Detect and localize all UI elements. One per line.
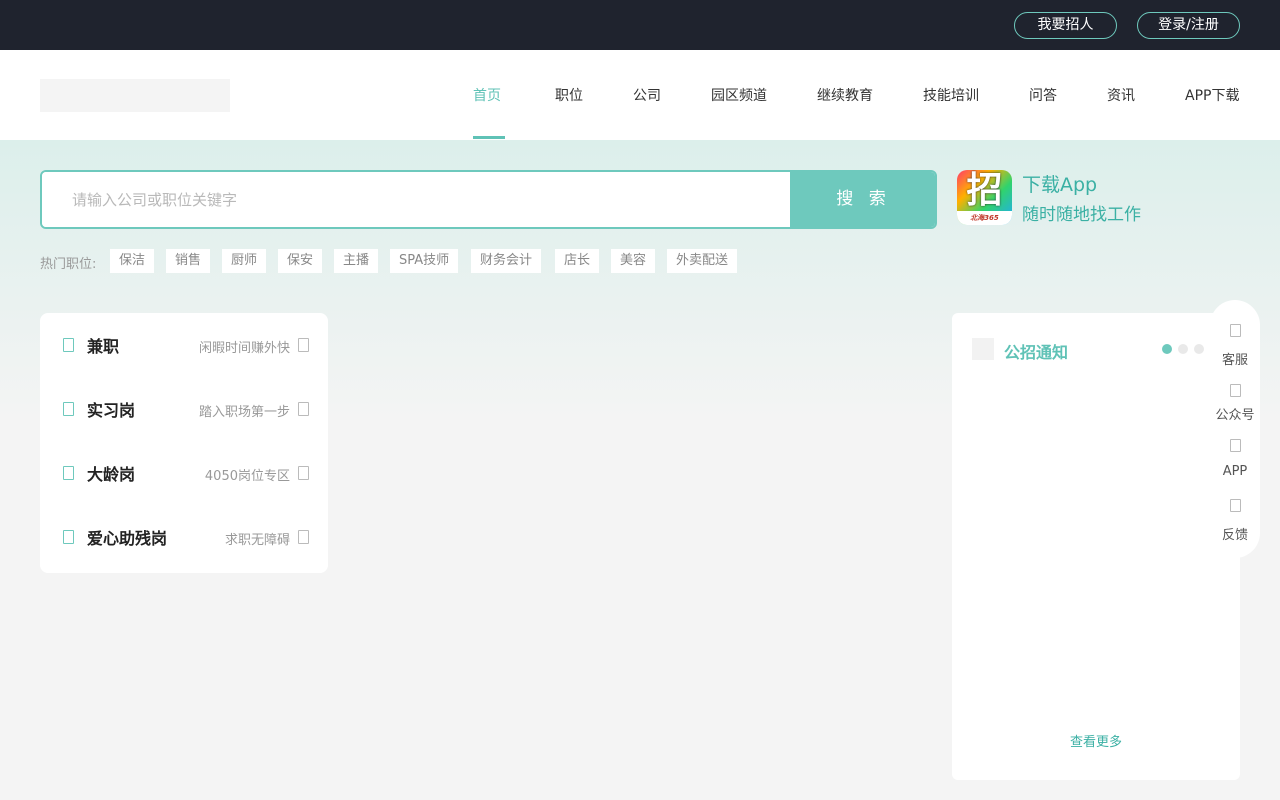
side-item-label: 公众号	[1215, 408, 1255, 423]
login-register-button[interactable]: 登录/注册	[1137, 12, 1240, 39]
category-desc: 踏入职场第一步	[198, 405, 290, 420]
category-item-senior[interactable]: 大龄岗 4050岗位专区	[40, 441, 328, 505]
carousel-dot[interactable]	[1194, 344, 1204, 354]
hot-job-tag[interactable]: 主播	[334, 249, 379, 273]
nav-item-continuing-education[interactable]: 继续教育	[817, 50, 873, 140]
category-title: 兼职	[87, 337, 120, 356]
app-download-promo[interactable]: 招 北海365 下载App 随时随地找工作	[957, 170, 1197, 226]
notice-icon	[972, 338, 994, 360]
hot-job-tag[interactable]: SPA技师	[390, 249, 459, 273]
search-box: 搜 索	[40, 170, 937, 229]
hot-job-tag[interactable]: 店长	[555, 249, 600, 273]
side-item-feedback[interactable]: 反馈	[1210, 499, 1260, 549]
search-button[interactable]: 搜 索	[790, 172, 935, 227]
app-promo-title[interactable]: 下载App	[1022, 170, 1097, 197]
nav-item-app-download[interactable]: APP下载	[1185, 50, 1239, 140]
customer-service-icon	[1230, 324, 1241, 337]
nav-item-park-channel[interactable]: 园区频道	[711, 50, 767, 140]
category-item-disability-support[interactable]: 爱心助残岗 求职无障碍	[40, 505, 328, 569]
hot-job-tag[interactable]: 保洁	[110, 249, 155, 273]
chevron-right-icon	[298, 466, 309, 480]
hot-jobs-label: 热门职位:	[40, 257, 97, 272]
chevron-right-icon	[298, 402, 309, 416]
nav-item-news[interactable]: 资讯	[1107, 50, 1135, 140]
category-title: 实习岗	[87, 401, 136, 420]
side-item-customer-service[interactable]: 客服	[1210, 324, 1260, 374]
nav-item-home[interactable]: 首页	[473, 50, 501, 140]
category-item-part-time[interactable]: 兼职 闲暇时间赚外快	[40, 313, 328, 377]
category-title: 大龄岗	[87, 465, 136, 484]
category-desc: 闲暇时间赚外快	[198, 341, 290, 356]
carousel-dot[interactable]	[1162, 344, 1172, 354]
nav-item-companies[interactable]: 公司	[633, 50, 661, 140]
hot-job-tag[interactable]: 厨师	[222, 249, 267, 273]
nav-item-skills-training[interactable]: 技能培训	[923, 50, 979, 140]
part-time-icon	[63, 338, 74, 352]
nav-item-qa[interactable]: 问答	[1029, 50, 1057, 140]
hot-job-tag[interactable]: 销售	[166, 249, 211, 273]
nav-item-jobs[interactable]: 职位	[555, 50, 583, 140]
side-item-label: APP	[1222, 464, 1248, 479]
hot-job-tag[interactable]: 美容	[611, 249, 656, 273]
top-bar: 我要招人 登录/注册	[0, 0, 1280, 50]
wechat-qr-icon	[1230, 384, 1241, 397]
category-title: 爱心助残岗	[87, 529, 168, 548]
hot-job-tag[interactable]: 保安	[278, 249, 323, 273]
job-category-card: 兼职 闲暇时间赚外快 实习岗 踏入职场第一步 大龄岗 4050岗位专区 爱心助残…	[40, 313, 328, 573]
app-promo-subtitle: 随时随地找工作	[1022, 205, 1141, 225]
notice-title: 公招通知	[1004, 343, 1069, 362]
site-logo[interactable]	[40, 79, 230, 112]
app-logo-caption: 北海365	[957, 211, 1012, 225]
internship-icon	[63, 402, 74, 416]
senior-icon	[63, 466, 74, 480]
public-recruitment-notice-card: 公招通知 查看更多	[952, 313, 1240, 780]
category-desc: 求职无障碍	[224, 533, 290, 548]
recruit-button[interactable]: 我要招人	[1014, 12, 1117, 39]
carousel-dot[interactable]	[1178, 344, 1188, 354]
hot-job-tag[interactable]: 外卖配送	[667, 249, 738, 273]
chevron-right-icon	[298, 530, 309, 544]
side-toolbar: 客服 公众号 APP 反馈	[1210, 300, 1260, 558]
app-logo-icon[interactable]: 招 北海365	[957, 170, 1012, 225]
chevron-right-icon	[298, 338, 309, 352]
search-input[interactable]	[42, 172, 790, 227]
nav-active-indicator	[473, 136, 505, 139]
side-item-label: 客服	[1221, 353, 1248, 368]
view-more-link[interactable]: 查看更多	[952, 731, 1240, 750]
main-header: 首页 职位 公司 园区频道 继续教育 技能培训 问答 资讯 APP下载	[0, 50, 1280, 140]
side-item-label: 反馈	[1221, 528, 1248, 543]
disability-support-icon	[63, 530, 74, 544]
side-item-official-account[interactable]: 公众号	[1210, 384, 1260, 434]
side-item-app[interactable]: APP	[1210, 439, 1260, 489]
feedback-icon	[1230, 499, 1241, 512]
mobile-app-icon	[1230, 439, 1241, 452]
category-desc: 4050岗位专区	[204, 469, 290, 484]
hot-job-tag[interactable]: 财务会计	[471, 249, 542, 273]
category-item-internship[interactable]: 实习岗 踏入职场第一步	[40, 377, 328, 441]
app-logo-glyph: 招	[966, 170, 1003, 211]
